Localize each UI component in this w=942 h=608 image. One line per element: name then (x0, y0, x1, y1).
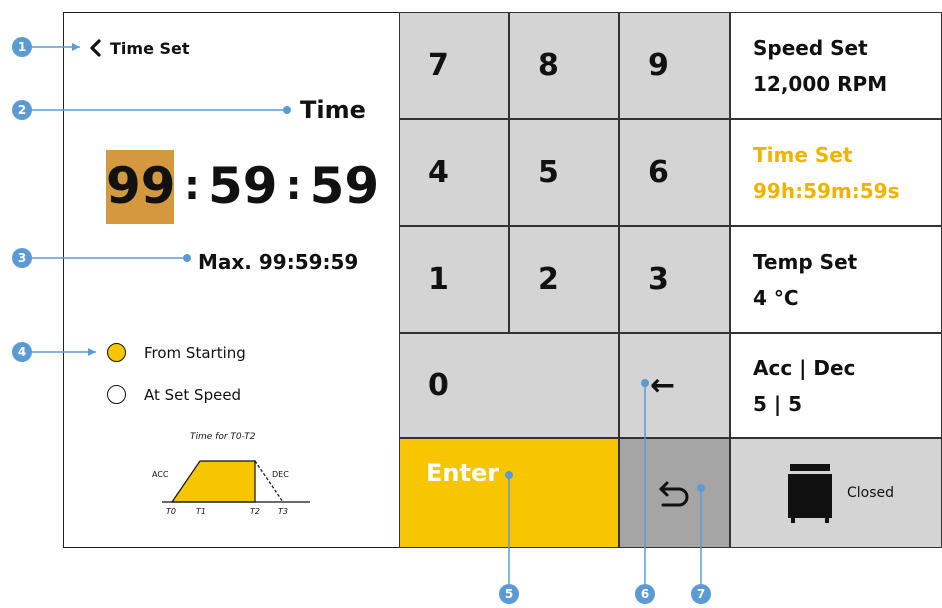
option-from-starting[interactable]: From Starting (107, 343, 246, 362)
time-title: Time (300, 96, 366, 124)
key-4[interactable]: 4 (399, 119, 509, 226)
speed-set-title: Speed Set (753, 35, 868, 60)
seconds-field[interactable]: 59 (310, 157, 380, 215)
diagram-title: Time for T0-T2 (190, 432, 256, 442)
radio-selected-icon[interactable] (107, 343, 126, 362)
callout-dot (697, 484, 705, 492)
callout-dot (283, 106, 291, 114)
diagram-acc-label: ACC (152, 470, 169, 479)
callout-marker-1: 1 (12, 37, 32, 57)
speed-set-card[interactable]: Speed Set 12,000 RPM (730, 12, 942, 119)
option-label: At Set Speed (144, 385, 242, 404)
back-button[interactable]: Time Set (88, 36, 190, 60)
speed-set-value: 12,000 RPM (753, 71, 888, 96)
temp-set-value: 4 °C (753, 285, 799, 310)
callout-marker-6: 6 (635, 584, 655, 604)
time-set-value: 99h:59m:59s (753, 178, 900, 203)
key-3[interactable]: 3 (619, 226, 730, 333)
diagram-dec-label: DEC (272, 470, 289, 479)
callout-marker-5: 5 (499, 584, 519, 604)
callout-marker-3: 3 (12, 248, 32, 268)
undo-icon (659, 481, 688, 507)
max-time-label: Max. 99:59:59 (198, 250, 359, 274)
undo-button[interactable] (619, 438, 730, 548)
time-separator: : (184, 163, 200, 209)
minutes-field[interactable]: 59 (208, 157, 278, 215)
temp-set-title: Temp Set (753, 249, 858, 274)
key-5[interactable]: 5 (509, 119, 619, 226)
acc-dec-card[interactable]: Acc | Dec 5 | 5 (730, 333, 942, 438)
acc-dec-title: Acc | Dec (753, 355, 856, 380)
time-set-title: Time Set (753, 142, 853, 167)
time-display: 99 : 59 : 59 (106, 148, 379, 224)
chevron-left-icon (90, 39, 101, 57)
radio-unselected-icon[interactable] (107, 385, 126, 404)
lid-status-button[interactable]: Closed (730, 438, 942, 548)
key-1[interactable]: 1 (399, 226, 509, 333)
key-8[interactable]: 8 (509, 12, 619, 119)
callout-marker-2: 2 (12, 100, 32, 120)
option-at-set-speed[interactable]: At Set Speed (107, 385, 241, 404)
temp-set-card[interactable]: Temp Set 4 °C (730, 226, 942, 333)
lid-closed-icon (788, 464, 832, 523)
diagram-t0-label: T0 (166, 507, 176, 516)
enter-button[interactable]: Enter (399, 438, 619, 548)
time-separator: : (285, 163, 302, 209)
key-9[interactable]: 9 (619, 12, 730, 119)
diagram-t2-label: T2 (250, 507, 260, 516)
option-label: From Starting (144, 343, 246, 362)
diagram-t1-label: T1 (196, 507, 206, 516)
callout-marker-7: 7 (691, 584, 711, 604)
diagram-t3-label: T3 (278, 507, 288, 516)
callout-dot (641, 379, 649, 387)
back-label: Time Set (110, 38, 190, 58)
key-6[interactable]: 6 (619, 119, 730, 226)
acc-dec-value: 5 | 5 (753, 391, 803, 416)
key-2[interactable]: 2 (509, 226, 619, 333)
time-set-card[interactable]: Time Set 99h:59m:59s (730, 119, 942, 226)
callout-dot (505, 471, 513, 479)
key-7[interactable]: 7 (399, 12, 509, 119)
key-0[interactable]: 0 (399, 333, 619, 438)
backspace-button[interactable]: ← (619, 333, 730, 438)
callout-dot (183, 254, 191, 262)
callout-marker-4: 4 (12, 342, 32, 362)
backspace-arrow-icon: ← (650, 368, 676, 403)
lid-status-label: Closed (847, 485, 895, 501)
hours-field[interactable]: 99 (106, 157, 176, 215)
